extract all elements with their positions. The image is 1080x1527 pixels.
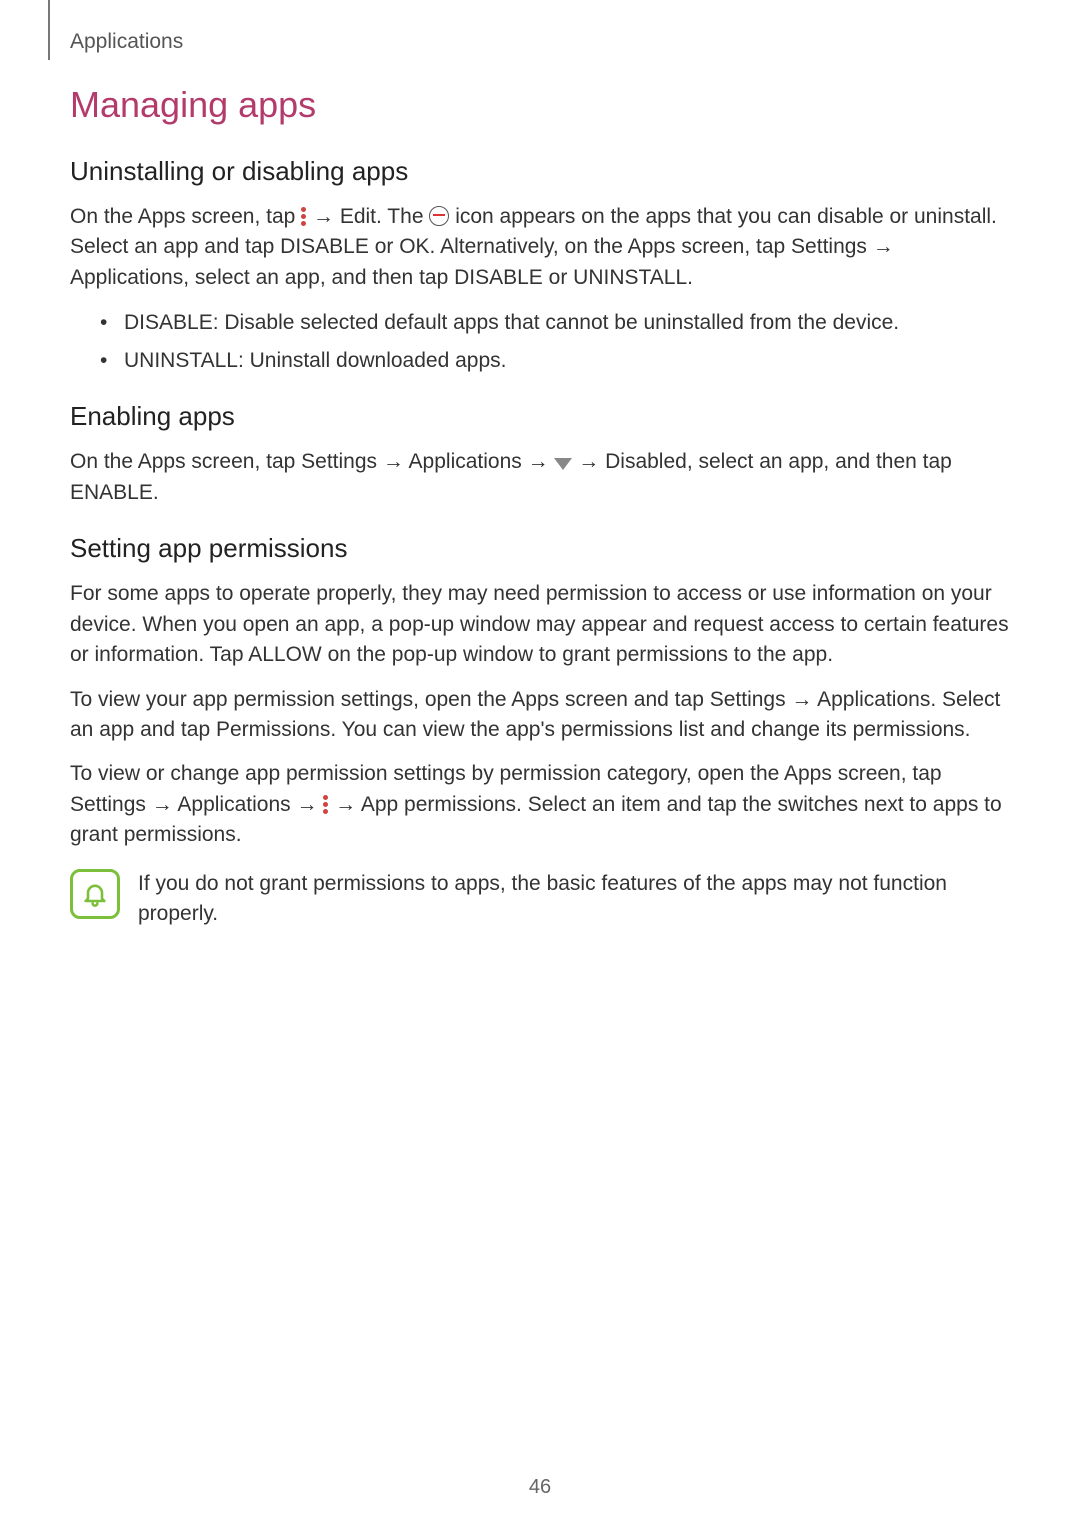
heading-enable: Enabling apps [70,401,1010,432]
note-bell-icon [70,869,120,919]
text-fragment: → Edit. The [313,205,429,228]
text-fragment: On the Apps screen, tap [70,205,301,228]
manual-page: Applications Managing apps Uninstalling … [0,0,1080,1527]
section-tag: Applications [70,30,1010,54]
more-options-icon [323,795,329,813]
para-permissions-3: To view or change app permission setting… [70,759,1010,850]
note-text: If you do not grant permissions to apps,… [138,869,1010,930]
para-permissions-2: To view your app permission settings, op… [70,685,1010,746]
text-fragment: On the Apps screen, tap Settings → Appli… [70,450,554,473]
para-permissions-1: For some apps to operate properly, they … [70,579,1010,670]
heading-uninstall: Uninstalling or disabling apps [70,156,1010,187]
more-options-icon [301,207,307,225]
page-number: 46 [0,1476,1080,1499]
para-enable: On the Apps screen, tap Settings → Appli… [70,447,1010,508]
left-margin-rule [48,0,50,60]
page-title: Managing apps [70,84,1010,126]
para-uninstall: On the Apps screen, tap → Edit. The icon… [70,202,1010,293]
dropdown-icon [554,458,572,470]
list-item: DISABLE: Disable selected default apps t… [100,307,1010,339]
heading-permissions: Setting app permissions [70,533,1010,564]
note-callout: If you do not grant permissions to apps,… [70,869,1010,930]
remove-circle-icon [429,206,449,226]
list-item: UNINSTALL: Uninstall downloaded apps. [100,345,1010,377]
bullet-list-uninstall: DISABLE: Disable selected default apps t… [70,307,1010,376]
